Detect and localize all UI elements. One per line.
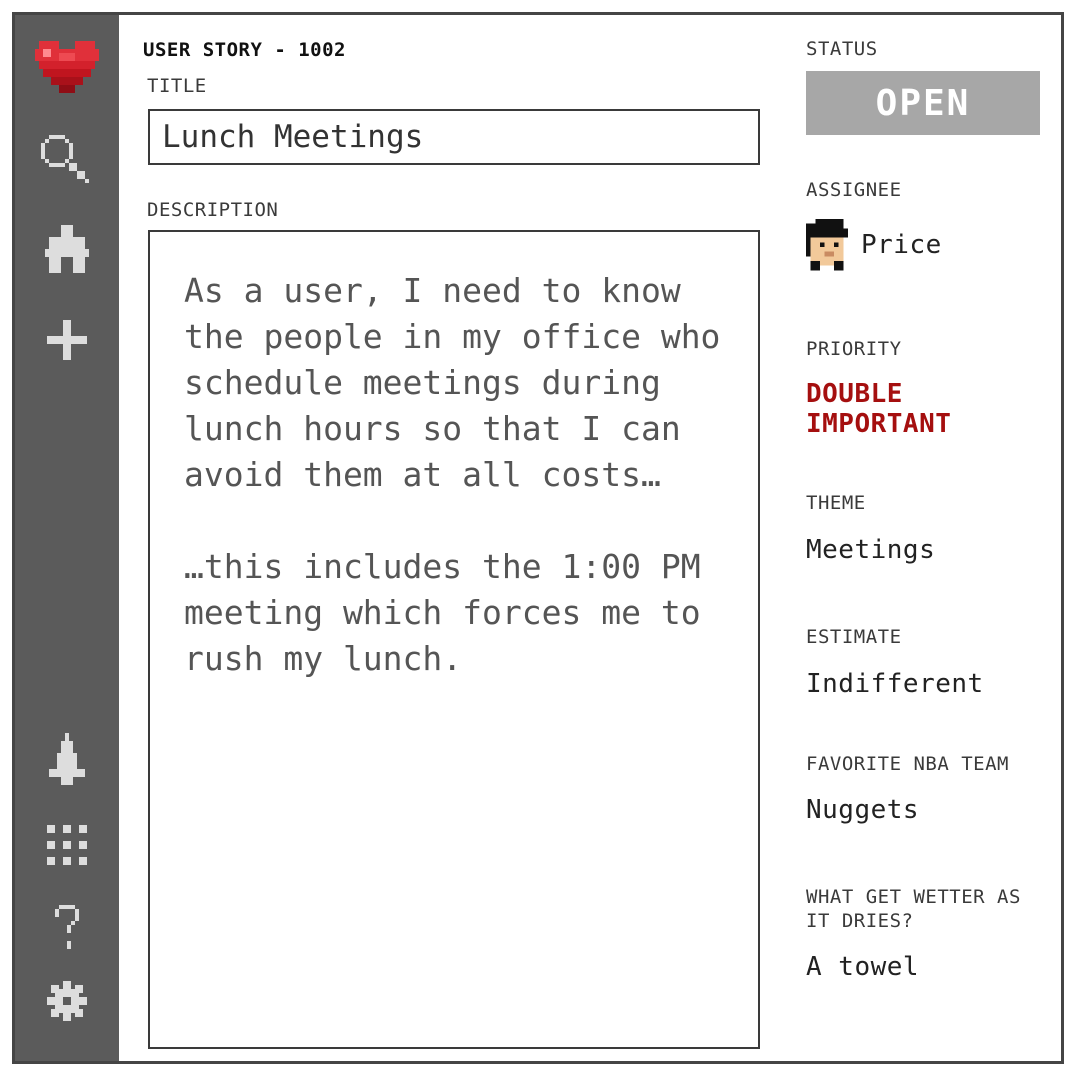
priority-value-line-2: IMPORTANT bbox=[806, 409, 952, 439]
riddle-value: A towel bbox=[806, 952, 920, 982]
nba-team-value: Nuggets bbox=[806, 795, 920, 825]
title-input[interactable]: Lunch Meetings bbox=[148, 109, 760, 165]
plus-icon[interactable] bbox=[15, 320, 119, 360]
status-label: STATUS bbox=[806, 38, 878, 60]
estimate-label: ESTIMATE bbox=[806, 626, 902, 648]
assignee-value: Price bbox=[861, 230, 942, 260]
avatar[interactable] bbox=[806, 219, 848, 279]
description-paragraph-1: As a user, I need to know the people in … bbox=[184, 271, 721, 494]
riddle-label: WHAT GET WETTER AS IT DRIES? bbox=[806, 886, 1021, 932]
search-icon[interactable] bbox=[15, 135, 119, 187]
title-label: TITLE bbox=[147, 75, 207, 97]
app-window: USER STORY - 1002 TITLE Lunch Meetings D… bbox=[12, 12, 1064, 1064]
description-textarea[interactable]: As a user, I need to know the people in … bbox=[148, 230, 760, 1049]
sidebar bbox=[15, 15, 119, 1061]
nba-team-label: FAVORITE NBA TEAM bbox=[806, 753, 1009, 775]
theme-label: THEME bbox=[806, 492, 866, 514]
description-paragraph-2: …this includes the 1:00 PM meeting which… bbox=[184, 547, 701, 678]
story-id: USER STORY - 1002 bbox=[143, 39, 346, 61]
bell-icon[interactable] bbox=[15, 733, 119, 785]
assignee-label: ASSIGNEE bbox=[806, 179, 902, 201]
description-label: DESCRIPTION bbox=[147, 199, 279, 221]
grid-icon[interactable] bbox=[15, 825, 119, 865]
status-button[interactable]: OPEN bbox=[806, 71, 1040, 135]
puzzle-icon[interactable] bbox=[15, 225, 119, 273]
heart-icon[interactable] bbox=[15, 33, 119, 97]
estimate-value: Indifferent bbox=[806, 669, 984, 699]
gear-icon[interactable] bbox=[15, 981, 119, 1021]
priority-value-line-1: DOUBLE bbox=[806, 379, 903, 409]
theme-value: Meetings bbox=[806, 535, 936, 565]
help-icon[interactable] bbox=[15, 905, 119, 949]
priority-label: PRIORITY bbox=[806, 338, 902, 360]
